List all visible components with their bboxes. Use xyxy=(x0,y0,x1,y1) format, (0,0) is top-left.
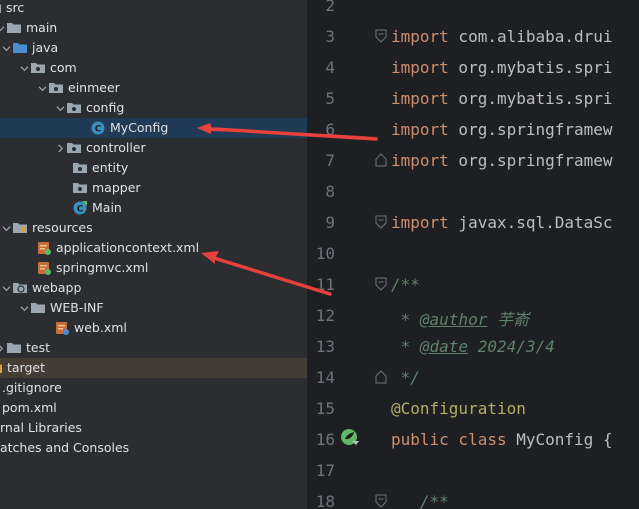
code-line-16: public class MyConfig { xyxy=(391,430,613,449)
line-number: 4 xyxy=(325,58,335,77)
tree-item-web-xml[interactable]: web.xml xyxy=(0,318,307,338)
line-number: 11 xyxy=(315,275,335,294)
class-icon: C xyxy=(90,120,106,136)
tree-item-main[interactable]: main xyxy=(0,18,307,38)
chevron-down-icon[interactable] xyxy=(0,278,12,298)
main-class-icon: C xyxy=(72,200,88,216)
package-icon xyxy=(30,60,46,76)
package-icon xyxy=(72,160,88,176)
tree-item-applicationcontext[interactable]: applicationcontext.xml xyxy=(0,238,307,258)
line-number: 18 xyxy=(315,492,335,509)
line-number: 5 xyxy=(325,89,335,108)
line-number: 2 xyxy=(325,0,335,15)
folder-icon xyxy=(0,0,2,16)
tree-item-gitignore[interactable]: .gitignore xyxy=(0,378,307,398)
code-line-14: */ xyxy=(391,368,420,387)
tree-item-pom-xml[interactable]: pom.xml xyxy=(0,398,307,418)
tree-item-springmvc[interactable]: springmvc.xml xyxy=(0,258,307,278)
fold-close-icon[interactable] xyxy=(375,153,387,167)
line-number: 16 xyxy=(315,430,335,449)
chevron-down-icon[interactable] xyxy=(0,38,12,58)
line-number: 6 xyxy=(325,120,335,139)
package-icon xyxy=(66,100,82,116)
code-line-5: import org.mybatis.spri xyxy=(391,89,613,108)
tree-item-com[interactable]: com xyxy=(0,58,307,78)
folder-icon xyxy=(6,340,22,356)
xml-file-icon xyxy=(36,260,52,276)
xml-file-icon xyxy=(54,320,70,336)
chevron-right-icon[interactable] xyxy=(54,138,66,158)
chevron-down-icon[interactable] xyxy=(36,78,48,98)
code-line-3: import com.alibaba.drui xyxy=(391,27,613,46)
tree-item-scratches-and-consoles[interactable]: atches and Consoles xyxy=(0,438,307,458)
project-tree: src main java com einmeer config C MyCon… xyxy=(0,0,307,509)
tree-item-main-class[interactable]: C Main xyxy=(0,198,307,218)
resources-folder-icon xyxy=(12,220,28,236)
xml-file-icon xyxy=(36,240,52,256)
folder-icon xyxy=(30,300,46,316)
folder-icon xyxy=(6,20,22,36)
source-folder-icon xyxy=(12,40,28,56)
line-number: 10 xyxy=(315,244,335,263)
fold-close-icon[interactable] xyxy=(375,370,387,384)
tree-item-webapp[interactable]: webapp xyxy=(0,278,307,298)
line-number: 17 xyxy=(315,461,335,480)
code-line-13: * @date 2024/3/4 xyxy=(391,337,555,356)
line-number: 15 xyxy=(315,399,335,418)
tree-item-test[interactable]: test xyxy=(0,338,307,358)
tree-item-myconfig[interactable]: C MyConfig xyxy=(0,118,307,138)
spring-bean-gutter-icon[interactable] xyxy=(340,428,360,448)
svg-text:C: C xyxy=(77,205,84,215)
line-number: 7 xyxy=(325,151,335,170)
line-number: 14 xyxy=(315,368,335,387)
code-line-11: /** xyxy=(391,275,420,294)
chevron-down-icon[interactable] xyxy=(18,298,30,318)
line-number: 8 xyxy=(325,182,335,201)
fold-open-icon[interactable] xyxy=(375,215,387,229)
tree-item-external-libraries[interactable]: rnal Libraries xyxy=(0,418,307,438)
package-icon xyxy=(48,80,64,96)
tree-item-target[interactable]: target xyxy=(0,358,307,378)
code-line-18: /** xyxy=(391,492,449,509)
tree-item-src[interactable]: src xyxy=(0,0,307,18)
fold-open-icon[interactable] xyxy=(375,29,387,43)
package-icon xyxy=(66,140,82,156)
tree-item-config[interactable]: config xyxy=(0,98,307,118)
chevron-down-icon[interactable] xyxy=(54,98,66,118)
code-line-6: import org.springframew xyxy=(391,120,613,139)
tree-item-controller[interactable]: controller xyxy=(0,138,307,158)
tree-item-einmeer[interactable]: einmeer xyxy=(0,78,307,98)
code-line-7: import org.springframew xyxy=(391,151,613,170)
folder-icon xyxy=(0,360,3,376)
line-number: 12 xyxy=(315,306,335,325)
fold-open-icon[interactable] xyxy=(375,494,387,508)
line-number: 3 xyxy=(325,27,335,46)
tree-item-java[interactable]: java xyxy=(0,38,307,58)
chevron-down-icon[interactable] xyxy=(18,58,30,78)
package-icon xyxy=(72,180,88,196)
line-number: 13 xyxy=(315,337,335,356)
line-number: 9 xyxy=(325,213,335,232)
code-line-4: import org.mybatis.spri xyxy=(391,58,613,77)
code-line-9: import javax.sql.DataSc xyxy=(391,213,613,232)
svg-text:C: C xyxy=(95,125,102,135)
web-folder-icon xyxy=(12,280,28,296)
tree-item-entity[interactable]: entity xyxy=(0,158,307,178)
code-line-12: * @author 芋嵛 xyxy=(391,310,529,329)
tree-item-resources[interactable]: resources xyxy=(0,218,307,238)
fold-open-icon[interactable] xyxy=(375,277,387,291)
tree-item-web-inf[interactable]: WEB-INF xyxy=(0,298,307,318)
tree-item-mapper[interactable]: mapper xyxy=(0,178,307,198)
chevron-down-icon[interactable] xyxy=(0,218,12,238)
code-line-15: @Configuration xyxy=(391,399,526,418)
code-editor[interactable]: 2 3 4 5 6 7 8 9 10 11 12 13 14 15 16 17 … xyxy=(307,0,639,509)
